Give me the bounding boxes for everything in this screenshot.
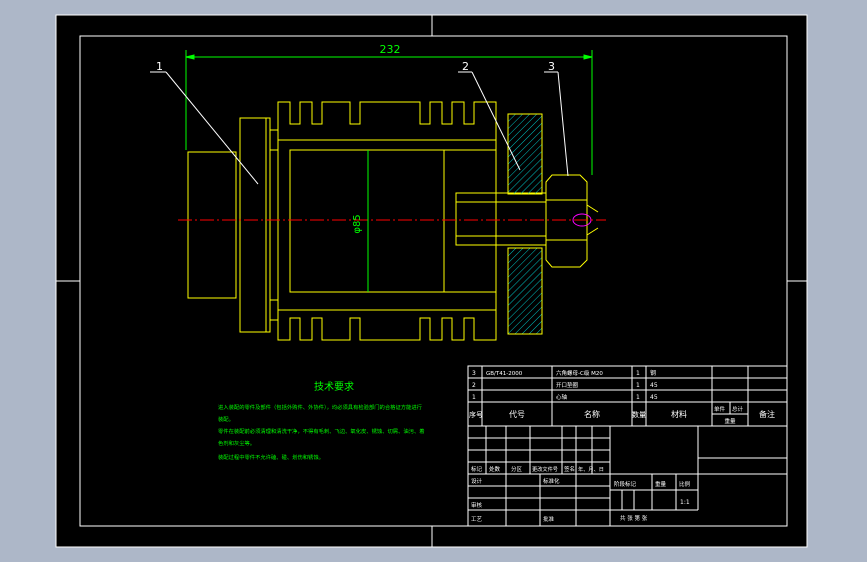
tb-label: 阶段标记: [614, 480, 637, 488]
length-label: 232: [380, 43, 401, 56]
callout-3: 3: [548, 60, 555, 73]
bom-header-cell: 重量: [724, 417, 736, 425]
tb-label: 共 张 第 张: [620, 514, 648, 522]
tb-label: 更改文件号: [532, 465, 558, 473]
tb-label: 处数: [489, 465, 501, 473]
bom-header-cell: 单件: [714, 405, 726, 413]
bom-header-cell: 序号: [469, 410, 483, 419]
bom-header-cell: 代号: [509, 409, 525, 419]
bom-cell: 六角螺母-C级 M20: [556, 369, 603, 377]
tb-label: 批准: [543, 515, 555, 523]
bom-cell: 1: [636, 382, 640, 389]
bom-cell: 2: [472, 382, 476, 389]
bom-header-cell: 材料: [671, 409, 687, 419]
notes-line-3: 零件在装配前必须清理和清洗干净，不得有毛刺、飞边、氧化皮、锈蚀、切屑、油污、着: [218, 427, 425, 435]
bom-cell: 1: [636, 394, 640, 401]
diameter-label: φ85: [352, 214, 363, 233]
cad-drawing-viewport: φ85 232 1 2 3 技术要求 进入装配的零件及部件（包括外购件、外协件）…: [55, 14, 808, 548]
bom-cell: 45: [650, 394, 658, 401]
tb-label: 标准化: [543, 477, 560, 485]
bom-cell: 开口垫圈: [556, 381, 579, 389]
bom-header-cell: 总计: [732, 405, 744, 413]
drawing-sheet: [56, 15, 807, 547]
notes-line-2: 装配。: [218, 415, 234, 423]
tb-label: 年、月、日: [578, 465, 604, 473]
callout-2: 2: [462, 60, 469, 73]
bom-cell: 45: [650, 382, 658, 389]
bom-header-cell: 名称: [584, 409, 600, 419]
callout-1: 1: [156, 60, 163, 73]
bom-cell: 1: [636, 370, 640, 377]
bom-cell: 钢: [650, 369, 656, 377]
bom-cell: GB/T41-2000: [486, 371, 523, 377]
tb-label: 分区: [511, 465, 523, 473]
notes-line-5: 装配过程中零件不允许磕、碰、划伤和锈蚀。: [218, 453, 324, 461]
bom-cell: 心轴: [556, 393, 568, 401]
notes-line-1: 进入装配的零件及部件（包括外购件、外协件），均必须具有检验部门的合格证方能进行: [218, 403, 423, 411]
tb-label: 标记: [471, 465, 483, 473]
tb-scale-value: 1:1: [680, 499, 690, 506]
tb-label: 签名: [564, 465, 575, 473]
tb-label: 重量: [655, 480, 667, 488]
tb-label: 工艺: [471, 516, 483, 523]
bom-cell: 1: [472, 394, 476, 401]
tb-label: 审核: [471, 501, 483, 509]
bom-header-cell: 备注: [759, 409, 775, 419]
notes-title: 技术要求: [314, 380, 354, 393]
bom-cell: 3: [472, 370, 476, 377]
bom-header-cell: 数量: [632, 410, 646, 419]
tb-label: 设计: [471, 477, 483, 485]
notes-line-4: 色剂和灰尘等。: [218, 439, 255, 447]
tb-label: 比例: [679, 480, 691, 488]
